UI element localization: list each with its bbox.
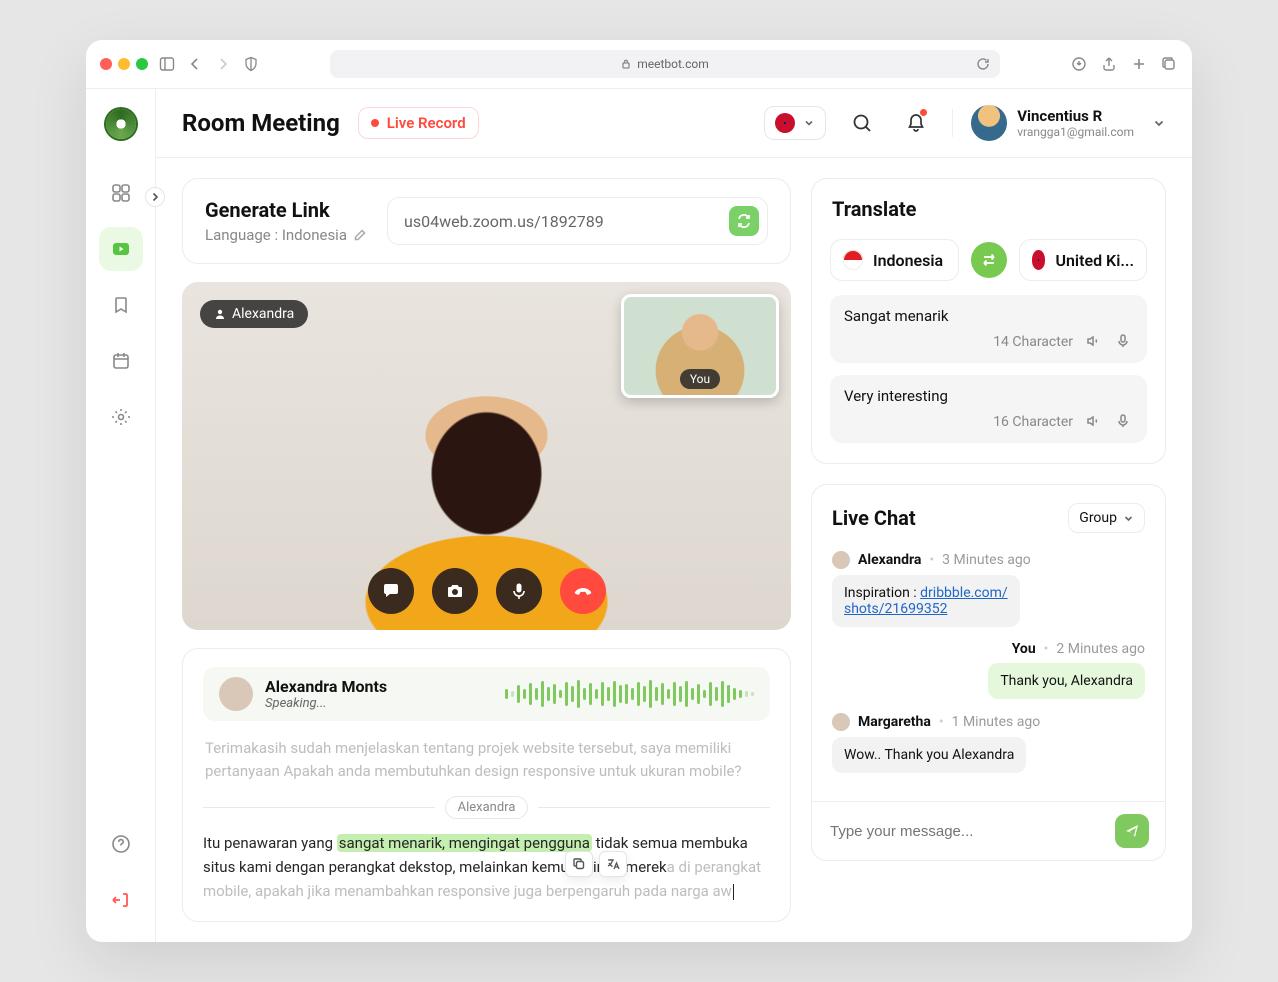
mic-icon[interactable] bbox=[1115, 413, 1133, 431]
sidebar-item-help[interactable] bbox=[99, 822, 143, 866]
user-name: Vincentius R bbox=[1017, 107, 1134, 125]
transcript-separator: Alexandra bbox=[203, 796, 770, 819]
meeting-link-field[interactable]: us04web.zoom.us/1892789 bbox=[387, 197, 768, 245]
generate-link-card: Generate Link Language : Indonesia us04w… bbox=[182, 178, 791, 264]
flag-uk-icon bbox=[775, 113, 795, 133]
nav-back-icon[interactable] bbox=[186, 55, 204, 73]
chat-message: Alexandra•3 Minutes ago Inspiration : dr… bbox=[832, 551, 1145, 627]
speaker-name: Alexandra Monts bbox=[265, 677, 387, 696]
search-button[interactable] bbox=[844, 105, 880, 141]
notifications-button[interactable] bbox=[898, 105, 934, 141]
video-pip[interactable]: You bbox=[621, 294, 779, 398]
translate-to[interactable]: United Ki... bbox=[1019, 239, 1148, 281]
sidebar-item-settings[interactable] bbox=[99, 395, 143, 439]
meeting-link-text: us04web.zoom.us/1892789 bbox=[404, 212, 604, 231]
chat-composer bbox=[812, 801, 1165, 860]
user-email: vrangga1@gmail.com bbox=[1017, 125, 1134, 139]
translate-panel: Translate Indonesia United Ki... Sangat … bbox=[811, 178, 1166, 464]
chevron-down-icon bbox=[1123, 513, 1134, 524]
browser-titlebar: meetbot.com bbox=[86, 40, 1192, 89]
flag-id-icon bbox=[843, 250, 863, 270]
chevron-down-icon bbox=[803, 117, 815, 129]
sidebar-toggle-icon[interactable] bbox=[158, 55, 176, 73]
translate-button[interactable] bbox=[599, 851, 627, 877]
language-selector[interactable] bbox=[764, 106, 826, 140]
chat-bubble: Thank you, Alexandra bbox=[988, 663, 1145, 699]
live-record-badge: Live Record bbox=[358, 107, 479, 139]
generate-title: Generate Link bbox=[205, 198, 367, 222]
speaker-icon[interactable] bbox=[1085, 333, 1103, 351]
app-logo[interactable] bbox=[106, 109, 136, 139]
video-controls bbox=[368, 568, 606, 614]
chat-title: Live Chat bbox=[832, 506, 916, 530]
address-text: meetbot.com bbox=[637, 57, 709, 71]
close-icon[interactable] bbox=[100, 58, 112, 70]
translate-from[interactable]: Indonesia bbox=[830, 239, 959, 281]
chevron-down-icon bbox=[1152, 116, 1166, 130]
chat-bubble: Inspiration : dribbble.com/ shots/216993… bbox=[832, 575, 1020, 627]
user-menu[interactable]: Vincentius R vrangga1@gmail.com bbox=[971, 105, 1166, 141]
speaker-avatar bbox=[219, 677, 253, 711]
transcript-previous: Terimakasih sudah menjelaskan tentang pr… bbox=[205, 737, 768, 784]
sidebar-item-dashboard[interactable] bbox=[99, 171, 143, 215]
translate-item: Sangat menarik 14 Character bbox=[830, 295, 1147, 363]
mic-icon[interactable] bbox=[1115, 333, 1133, 351]
tabs-icon[interactable] bbox=[1160, 55, 1178, 73]
live-chat-panel: Live Chat Group Alexandra•3 Minutes ago … bbox=[811, 484, 1166, 861]
swap-languages-button[interactable] bbox=[971, 242, 1007, 278]
address-bar[interactable]: meetbot.com bbox=[330, 50, 1000, 78]
send-button[interactable] bbox=[1115, 814, 1149, 848]
download-icon[interactable] bbox=[1070, 55, 1088, 73]
shield-icon[interactable] bbox=[242, 55, 260, 73]
app-window: meetbot.com Room Me bbox=[86, 40, 1192, 942]
sidebar-item-logout[interactable] bbox=[99, 878, 143, 922]
user-avatar bbox=[971, 105, 1007, 141]
highlighted-text: sangat menarik, mengingat pengguna bbox=[337, 834, 592, 852]
chat-input[interactable] bbox=[828, 814, 1105, 848]
camera-toggle-button[interactable] bbox=[432, 568, 478, 614]
transcript-current[interactable]: Itu penawaran yang sangat menarik, mengi… bbox=[203, 831, 770, 903]
chat-message: Margaretha•1 Minutes ago Wow.. Thank you… bbox=[832, 713, 1145, 773]
participant-tag: Alexandra bbox=[200, 300, 308, 328]
maximize-icon[interactable] bbox=[136, 58, 148, 70]
chat-filter[interactable]: Group bbox=[1068, 503, 1145, 533]
app-header: Room Meeting Live Record Vincentius R bbox=[156, 89, 1192, 158]
copy-button[interactable] bbox=[565, 851, 593, 877]
share-icon[interactable] bbox=[1100, 55, 1118, 73]
translate-item: Very interesting 16 Character bbox=[830, 375, 1147, 443]
video-main: Alexandra You bbox=[182, 282, 791, 630]
speaker-status: Speaking... bbox=[265, 696, 387, 711]
new-tab-icon[interactable] bbox=[1130, 55, 1148, 73]
waveform-icon bbox=[399, 679, 754, 709]
edit-language-button[interactable] bbox=[353, 228, 367, 242]
speaker-icon[interactable] bbox=[1085, 413, 1103, 431]
sidebar-item-video[interactable] bbox=[99, 227, 143, 271]
pip-label: You bbox=[680, 369, 720, 389]
generate-language: Language : Indonesia bbox=[205, 226, 347, 244]
transcript-card: Alexandra Monts Speaking... Terimakasih … bbox=[182, 648, 791, 922]
divider bbox=[952, 109, 953, 137]
sidebar-item-calendar[interactable] bbox=[99, 339, 143, 383]
nav-forward-icon[interactable] bbox=[214, 55, 232, 73]
sidebar-expand-button[interactable] bbox=[145, 187, 165, 207]
end-call-button[interactable] bbox=[560, 568, 606, 614]
minimize-icon[interactable] bbox=[118, 58, 130, 70]
titlebar-actions bbox=[1070, 55, 1178, 73]
sidebar-item-bookmarks[interactable] bbox=[99, 283, 143, 327]
chat-bubble: Wow.. Thank you Alexandra bbox=[832, 737, 1026, 773]
flag-uk-icon bbox=[1032, 250, 1046, 270]
sidebar bbox=[86, 89, 156, 942]
chat-message: You•2 Minutes ago Thank you, Alexandra bbox=[832, 641, 1145, 699]
page-title: Room Meeting bbox=[182, 109, 340, 137]
regenerate-link-button[interactable] bbox=[729, 206, 759, 236]
translate-title: Translate bbox=[812, 179, 1165, 239]
window-controls bbox=[100, 58, 148, 70]
refresh-icon[interactable] bbox=[974, 55, 992, 73]
text-hover-tools bbox=[565, 851, 627, 877]
chat-toggle-button[interactable] bbox=[368, 568, 414, 614]
speaker-bar: Alexandra Monts Speaking... bbox=[203, 667, 770, 721]
mic-toggle-button[interactable] bbox=[496, 568, 542, 614]
